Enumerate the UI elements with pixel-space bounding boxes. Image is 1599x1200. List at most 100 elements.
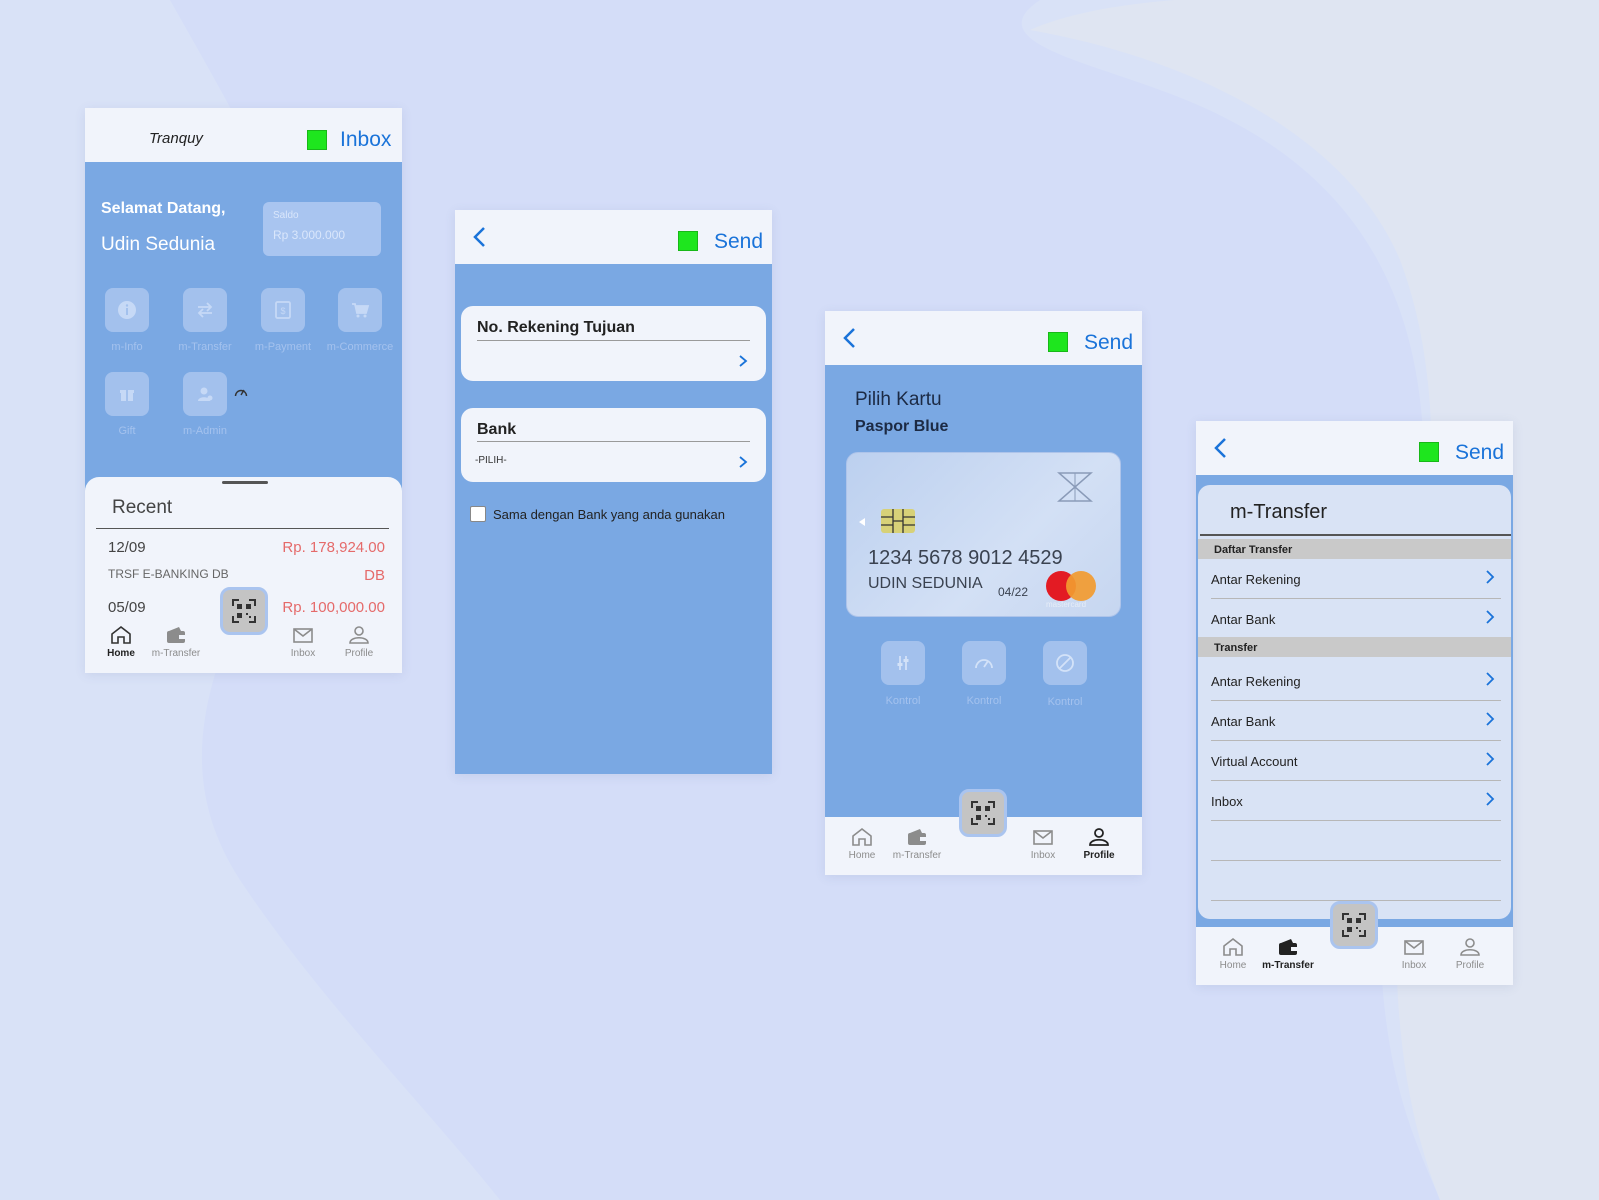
status-indicator	[678, 231, 698, 251]
nav-inbox[interactable]: Inbox	[1384, 937, 1444, 971]
control-label: Kontrol	[966, 695, 1002, 707]
transaction-date: 05/09	[108, 599, 146, 616]
top-bar: Tranquy Inbox	[85, 108, 402, 162]
chevron-right-icon	[1486, 752, 1495, 766]
menu-label: m-Transfer	[178, 341, 232, 353]
card-chip-icon	[881, 509, 915, 533]
field-divider	[477, 441, 750, 442]
control-button[interactable]	[962, 641, 1006, 685]
back-button[interactable]	[839, 325, 861, 351]
divider	[96, 528, 389, 529]
m-payment-button[interactable]: $	[261, 288, 305, 332]
field-divider	[477, 340, 750, 341]
transaction-desc: TRSF E-BANKING DB	[108, 567, 229, 581]
card-select-screen: Send Pilih Kartu Paspor Blue 1234 5678 9…	[825, 311, 1142, 875]
same-bank-checkbox[interactable]	[470, 506, 486, 522]
control-label: Kontrol	[885, 695, 921, 707]
qr-scan-button[interactable]	[1330, 901, 1378, 949]
wallet-icon	[1279, 939, 1297, 955]
card-number: 1234 5678 9012 4529	[868, 547, 1063, 569]
list-item[interactable]: Virtual Account	[1211, 741, 1501, 781]
qr-icon	[1342, 913, 1366, 937]
status-indicator	[307, 130, 327, 150]
field-label: No. Rekening Tujuan	[477, 319, 635, 336]
transaction-type: DB	[364, 567, 385, 584]
sliders-icon	[897, 656, 909, 670]
inbox-link[interactable]: Inbox	[340, 128, 391, 152]
nav-profile[interactable]: Profile	[1440, 937, 1500, 971]
field-label: Bank	[477, 421, 517, 438]
chevron-right-icon	[739, 456, 748, 468]
back-button[interactable]	[1210, 435, 1232, 461]
chevron-right-icon	[1486, 570, 1495, 584]
checkbox-label: Sama dengan Bank yang anda gunakan	[493, 507, 726, 522]
title-divider	[1200, 534, 1511, 536]
chevron-right-icon	[1486, 792, 1495, 806]
list-item[interactable]: Antar Bank	[1211, 599, 1501, 639]
nav-m-transfer[interactable]: m-Transfer	[146, 625, 206, 659]
top-bar: Send	[825, 311, 1142, 365]
gift-icon	[120, 390, 134, 401]
m-admin-button[interactable]	[183, 372, 227, 416]
bank-field[interactable]: Bank -PILIH-	[461, 408, 766, 482]
m-transfer-button[interactable]	[183, 288, 227, 332]
list-item[interactable]: Antar Bank	[1211, 701, 1501, 741]
send-button[interactable]: Send	[1084, 331, 1133, 355]
mail-icon	[1404, 940, 1424, 955]
nav-inbox[interactable]: Inbox	[1013, 827, 1073, 861]
top-bar: Send	[455, 210, 772, 264]
transaction-amount: Rp. 178,924.00	[282, 539, 385, 556]
status-indicator	[1419, 442, 1439, 462]
qr-icon	[232, 599, 256, 623]
qr-icon	[971, 801, 995, 825]
card-brand: mastercard	[1046, 600, 1087, 609]
section-header: Transfer	[1198, 637, 1511, 657]
saldo-label: Saldo	[273, 210, 299, 221]
home-icon	[852, 827, 872, 846]
section-header: Daftar Transfer	[1198, 539, 1511, 559]
list-item-empty	[1211, 821, 1501, 861]
card-logo-icon	[1057, 472, 1093, 502]
saldo-card[interactable]: Saldo Rp 3.000.000	[263, 202, 381, 256]
back-button[interactable]	[469, 224, 491, 250]
nav-m-transfer[interactable]: m-Transfer	[887, 827, 947, 861]
nav-home[interactable]: Home	[832, 827, 892, 861]
nav-home[interactable]: Home	[91, 625, 151, 659]
list-item[interactable]: Inbox	[1211, 781, 1501, 821]
bank-select-value: -PILIH-	[475, 455, 507, 466]
account-number-field[interactable]: No. Rekening Tujuan	[461, 306, 766, 381]
svg-text:$: $	[280, 306, 285, 316]
profile-icon	[1089, 828, 1109, 846]
chevron-right-icon	[739, 355, 748, 367]
nav-profile[interactable]: Profile	[1069, 827, 1129, 861]
gift-button[interactable]	[105, 372, 149, 416]
sheet-handle[interactable]	[222, 481, 268, 484]
send-button[interactable]: Send	[714, 230, 763, 254]
app-title: Tranquy	[149, 130, 203, 147]
nav-home[interactable]: Home	[1203, 937, 1263, 971]
list-item[interactable]: Antar Rekening	[1211, 661, 1501, 701]
nav-profile[interactable]: Profile	[329, 625, 389, 659]
m-info-button[interactable]	[105, 288, 149, 332]
page-title: Pilih Kartu	[855, 389, 942, 410]
menu-label: m-Commerce	[326, 341, 394, 353]
list-item[interactable]: Antar Rekening	[1211, 559, 1501, 599]
home-icon	[111, 625, 131, 644]
profile-icon	[1460, 938, 1480, 956]
chevron-left-icon	[1214, 438, 1226, 458]
qr-scan-button[interactable]	[220, 587, 268, 635]
transfer-icon	[197, 302, 213, 318]
menu-label: m-Admin	[182, 425, 227, 437]
m-commerce-button[interactable]	[338, 288, 382, 332]
qr-scan-button[interactable]	[959, 789, 1007, 837]
nav-m-transfer[interactable]: m-Transfer	[1258, 937, 1318, 971]
send-button[interactable]: Send	[1455, 441, 1504, 465]
debit-card[interactable]: 1234 5678 9012 4529 UDIN SEDUNIA 04/22 m…	[846, 452, 1121, 617]
control-button[interactable]	[1043, 641, 1087, 685]
control-button[interactable]	[881, 641, 925, 685]
menu-label: m-Info	[111, 341, 143, 353]
control-label: Kontrol	[1047, 696, 1083, 708]
nav-inbox[interactable]: Inbox	[273, 625, 333, 659]
admin-icon	[198, 387, 213, 401]
cart-icon	[352, 303, 370, 318]
